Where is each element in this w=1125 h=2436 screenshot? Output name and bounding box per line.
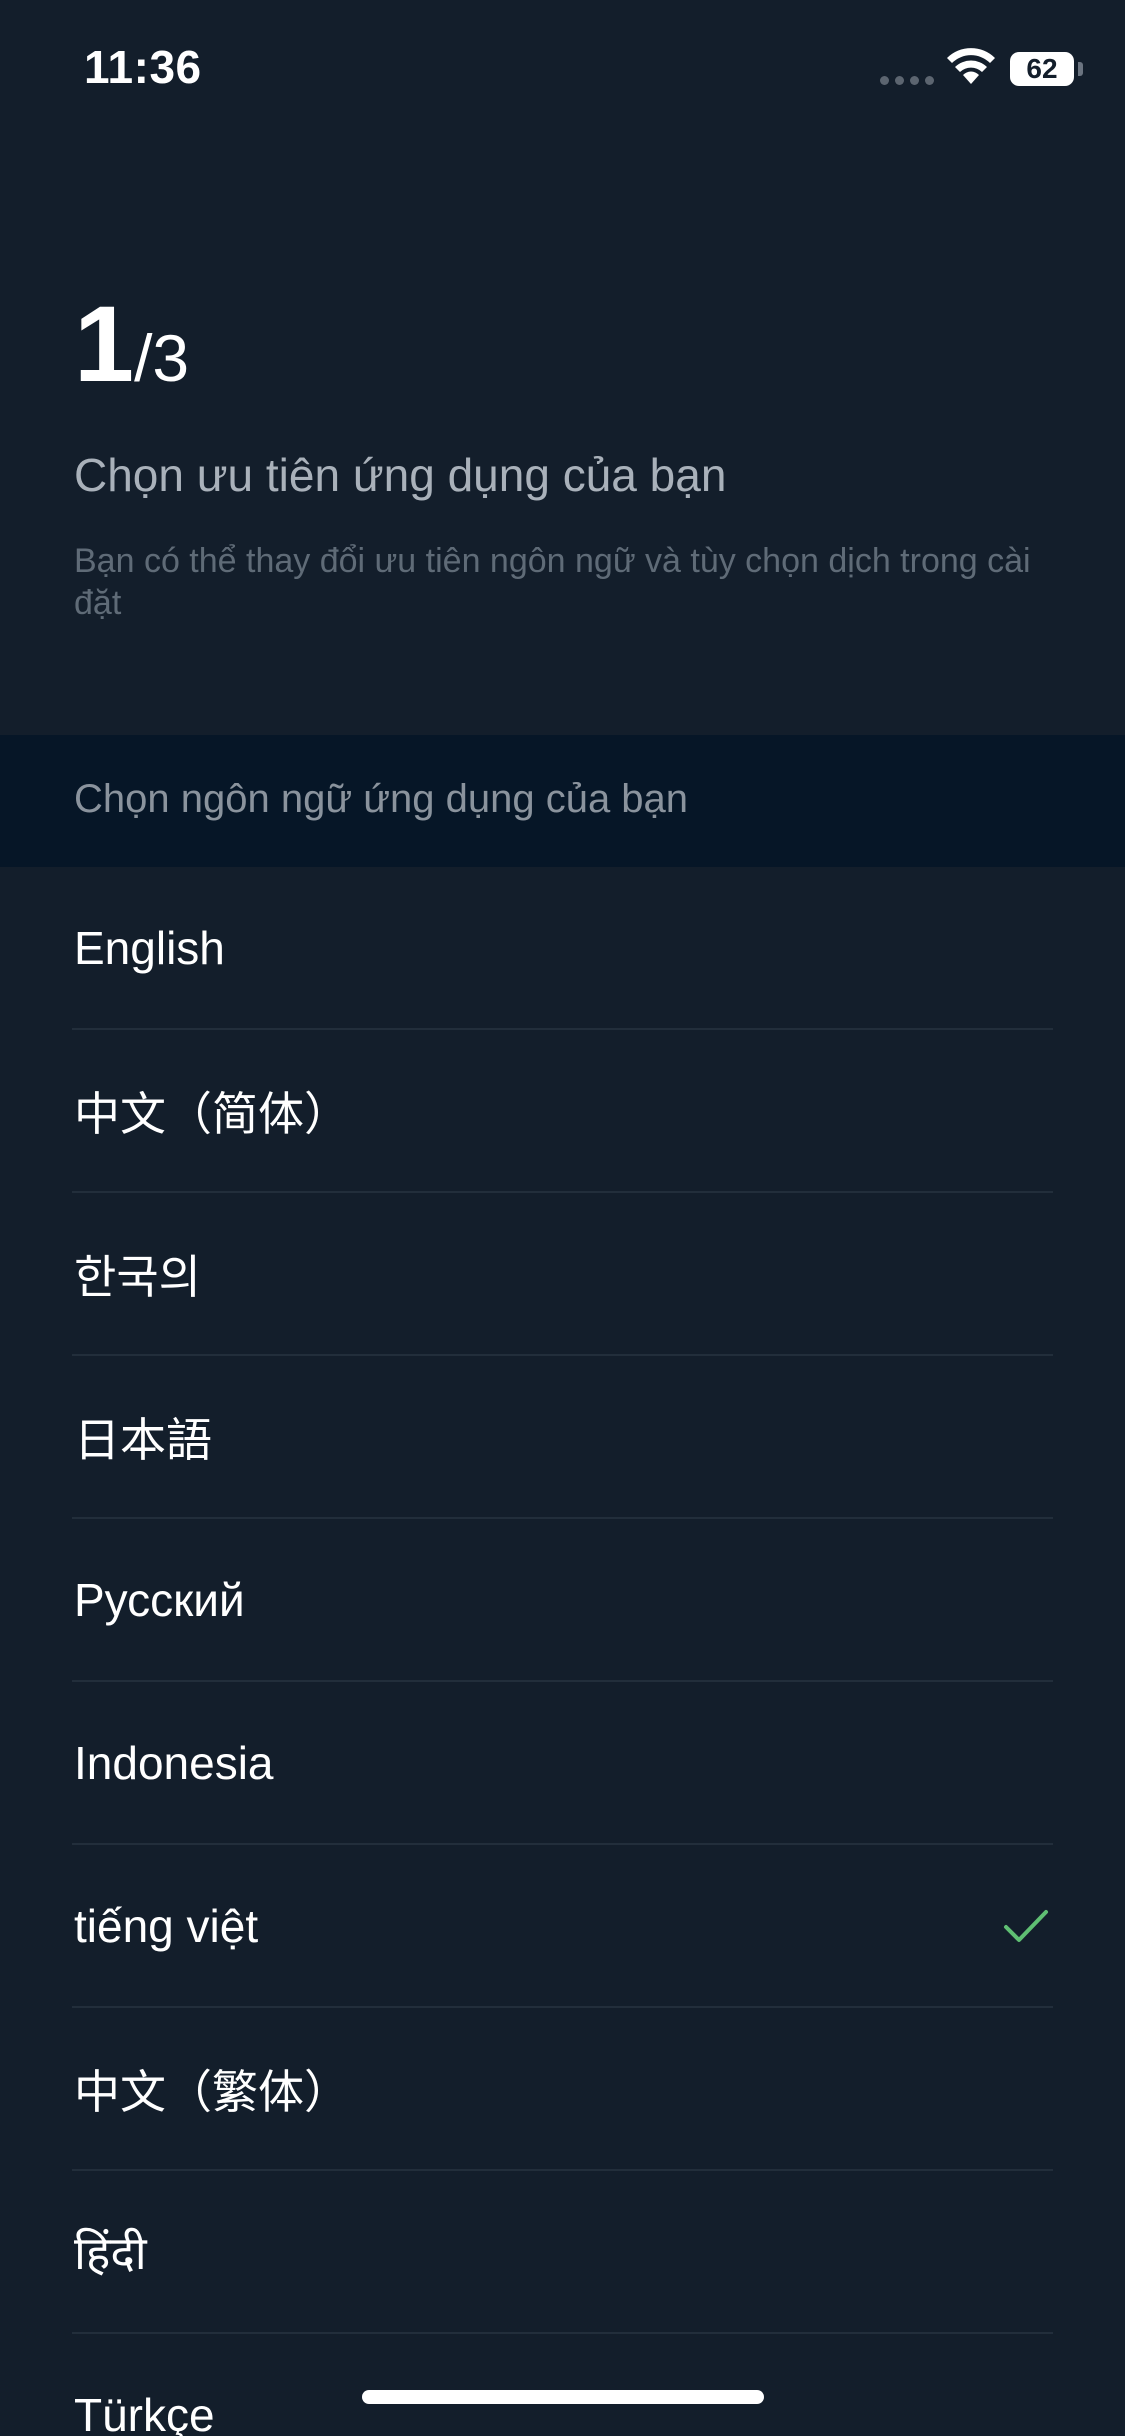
language-label: Indonesia <box>74 1736 274 1789</box>
language-label: tiếng việt <box>74 1899 259 1952</box>
step-indicator: 1/3 <box>74 290 189 398</box>
step-total: /3 <box>134 321 190 395</box>
language-item-vietnamese[interactable]: tiếng việt <box>72 1845 1053 2008</box>
language-label: 中文（简体） <box>74 1087 350 1140</box>
language-item-turkish[interactable]: Türkçe <box>72 2334 1053 2436</box>
language-item-chinese-traditional[interactable]: 中文（繁体） <box>72 2008 1053 2171</box>
section-header: Chọn ngôn ngữ ứng dụng của bạn <box>0 735 1125 867</box>
language-label: 日本語 <box>74 1413 212 1466</box>
language-item-chinese-simplified[interactable]: 中文（简体） <box>72 1030 1053 1193</box>
step-current: 1 <box>74 283 135 404</box>
battery-cap <box>1078 62 1083 76</box>
battery-icon: 62 <box>1010 52 1074 86</box>
page-subtitle: Bạn có thể thay đổi ưu tiên ngôn ngữ và … <box>74 542 1031 622</box>
language-onboarding-screen: 11:36 62 1/3 Chọn ưu tiên ứng dụng của b… <box>0 0 1125 2436</box>
language-label: English <box>74 921 225 974</box>
status-time: 11:36 <box>84 41 202 93</box>
home-indicator[interactable] <box>362 2390 764 2404</box>
language-label: Русский <box>74 1573 245 1626</box>
language-item-indonesian[interactable]: Indonesia <box>72 1682 1053 1845</box>
language-list: English 中文（简体） 한국의 日本語 Русский Indonesia… <box>0 867 1125 2436</box>
wifi-icon <box>947 48 995 84</box>
language-item-english[interactable]: English <box>72 867 1053 1030</box>
language-item-korean[interactable]: 한국의 <box>72 1193 1053 1356</box>
language-label: 中文（繁体） <box>74 2065 350 2118</box>
language-item-russian[interactable]: Русский <box>72 1519 1053 1682</box>
language-item-japanese[interactable]: 日本語 <box>72 1356 1053 1519</box>
cellular-signal-icon <box>880 76 934 85</box>
status-bar: 11:36 62 <box>0 0 1125 140</box>
page-title: Chọn ưu tiên ứng dụng của bạn <box>74 449 727 501</box>
check-icon <box>1004 1909 1048 1942</box>
section-header-label: Chọn ngôn ngữ ứng dụng của bạn <box>74 777 689 821</box>
language-item-hindi[interactable]: हिंदी <box>72 2171 1053 2334</box>
language-label: Türkçe <box>74 2388 215 2436</box>
language-label: हिंदी <box>74 2226 147 2279</box>
language-label: 한국의 <box>74 1250 201 1303</box>
